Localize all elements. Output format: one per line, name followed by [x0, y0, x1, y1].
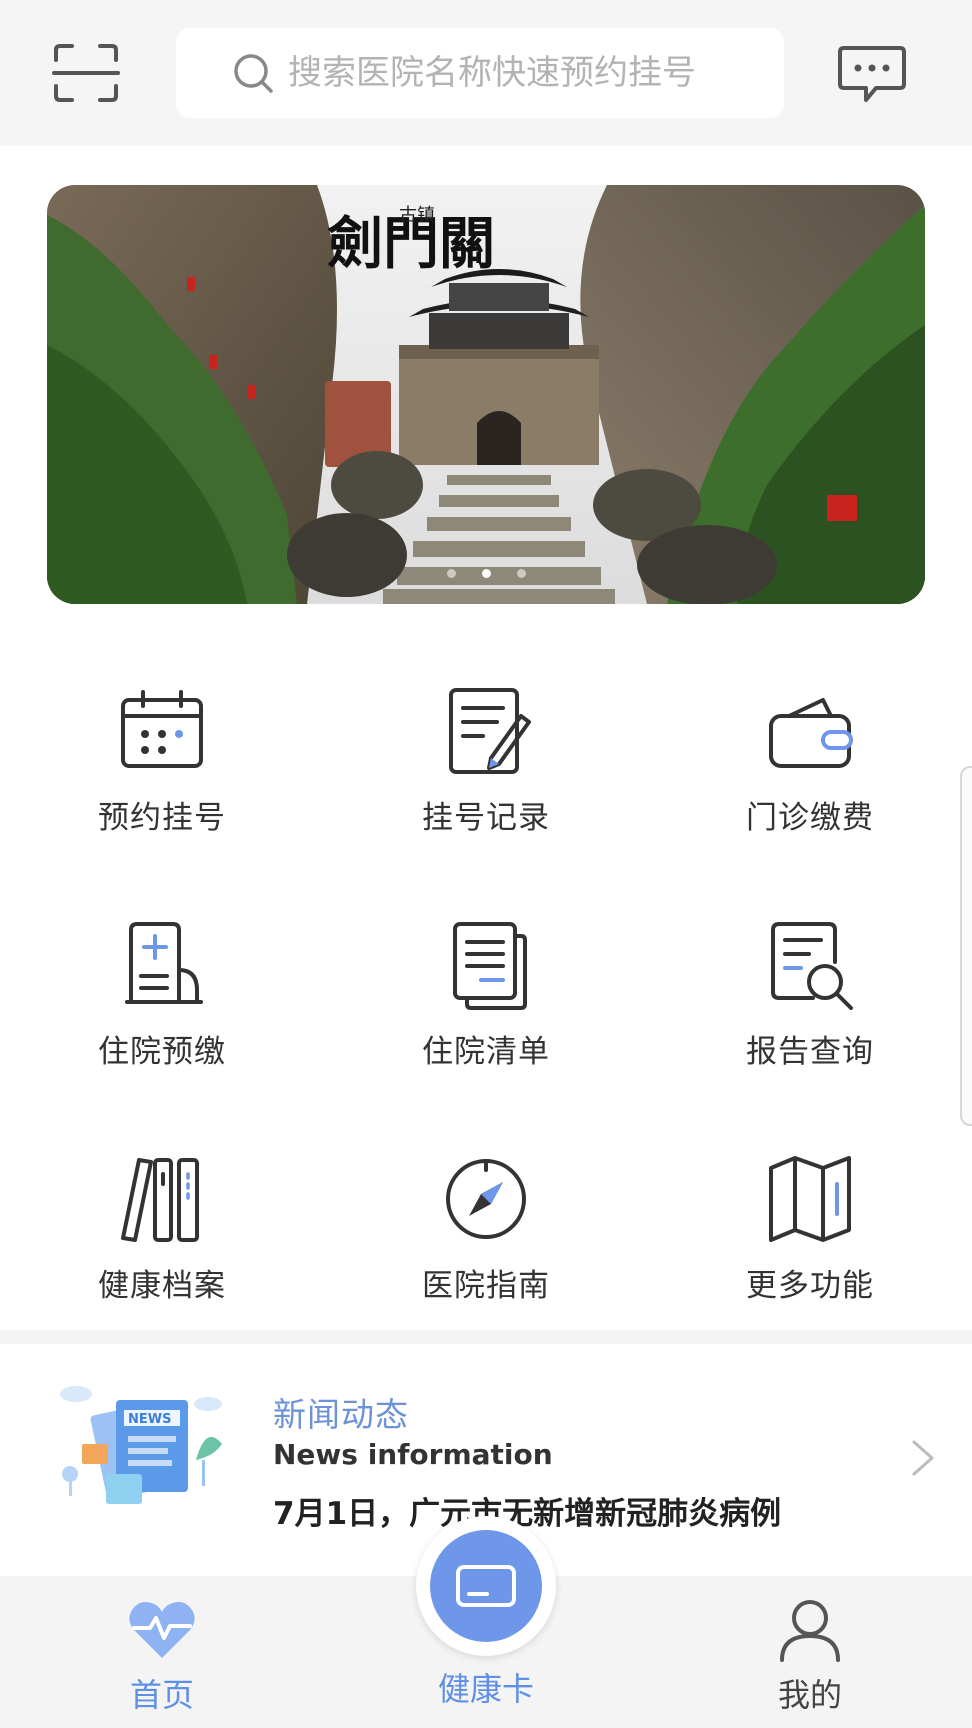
top-bar [0, 0, 972, 146]
news-illustration: NEWS [60, 1386, 222, 1504]
health-card-button-inner [430, 1530, 542, 1642]
record-edit-icon [449, 688, 531, 774]
side-drawer-handle[interactable] [960, 766, 972, 1126]
user-icon [780, 1600, 840, 1662]
carousel-indicator [47, 569, 925, 578]
grid-item-inpatient-list[interactable]: 住院清单 [324, 894, 648, 1094]
grid-label: 健康档案 [98, 1268, 226, 1304]
news-headline[interactable]: 7月1日，广元市无新增新冠肺炎病例 [273, 1488, 781, 1533]
card-icon [456, 1565, 516, 1607]
svg-text:古镇: 古镇 [399, 205, 435, 226]
grid-label: 报告查询 [746, 1034, 874, 1070]
compass-icon [446, 1159, 526, 1239]
carousel-dot[interactable] [481, 569, 491, 578]
map-icon [769, 1156, 851, 1242]
nav-mine[interactable]: 我的 [648, 1576, 972, 1728]
hospital-doc-icon [125, 922, 203, 1004]
svg-text:NEWS: NEWS [128, 1412, 171, 1427]
grid-item-hospital-guide[interactable]: 医院指南 [324, 1128, 648, 1328]
search-bar[interactable] [176, 28, 784, 118]
search-input[interactable] [288, 53, 728, 93]
grid-label: 更多功能 [746, 1268, 874, 1304]
health-card-button[interactable] [416, 1516, 556, 1656]
grid-label: 住院清单 [422, 1034, 550, 1070]
banner-image: 劍門關 古镇 [47, 185, 925, 604]
grid-item-outpatient-payment[interactable]: 门诊缴费 [648, 660, 972, 860]
nav-label-health-card: 健康卡 [437, 1670, 534, 1708]
grid-label: 住院预缴 [98, 1034, 226, 1070]
grid-label: 门诊缴费 [746, 800, 874, 836]
nav-label: 我的 [777, 1676, 842, 1714]
carousel-dot[interactable] [516, 569, 526, 578]
search-icon [234, 54, 273, 93]
grid-label: 预约挂号 [98, 800, 226, 836]
scan-icon [52, 44, 120, 102]
message-icon [838, 46, 906, 102]
news-subtitle: News information [273, 1438, 553, 1471]
section-divider [0, 1330, 972, 1344]
archive-books-icon [121, 1158, 199, 1242]
grid-label: 挂号记录 [422, 800, 550, 836]
nav-label: 首页 [129, 1676, 194, 1714]
grid-item-appointment[interactable]: 预约挂号 [0, 660, 324, 860]
message-button[interactable] [836, 44, 908, 104]
carousel-dot[interactable] [446, 569, 456, 578]
grid-item-registration-records[interactable]: 挂号记录 [324, 660, 648, 860]
scan-button[interactable] [52, 42, 120, 104]
grid-item-inpatient-deposit[interactable]: 住院预缴 [0, 894, 324, 1094]
heart-pulse-icon [129, 1602, 195, 1658]
grid-label: 医院指南 [422, 1268, 550, 1304]
grid-item-more-functions[interactable]: 更多功能 [648, 1128, 972, 1328]
grid-item-health-records[interactable]: 健康档案 [0, 1128, 324, 1328]
grid-item-report-query[interactable]: 报告查询 [648, 894, 972, 1094]
wallet-icon [769, 698, 853, 768]
banner-carousel[interactable]: 劍門關 古镇 [47, 185, 925, 604]
report-search-icon [771, 922, 853, 1010]
news-title: 新闻动态 [273, 1395, 409, 1434]
calendar-icon [121, 690, 203, 768]
list-doc-icon [453, 922, 527, 1010]
chevron-right-icon[interactable] [910, 1438, 936, 1478]
nav-home[interactable]: 首页 [0, 1576, 324, 1728]
